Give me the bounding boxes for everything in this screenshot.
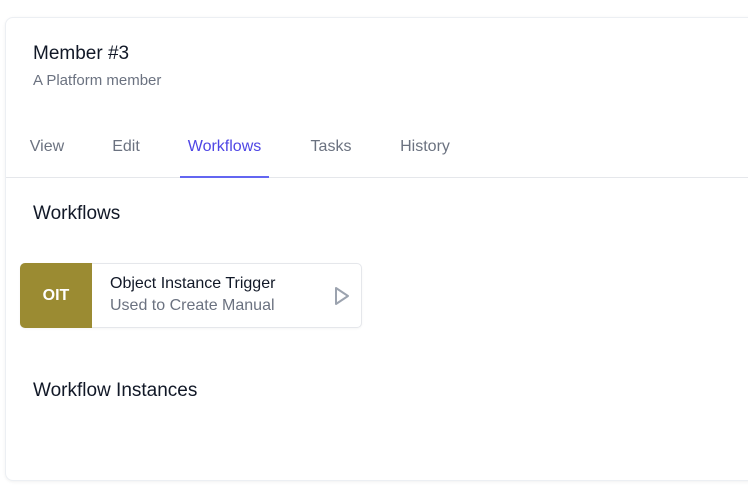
tab-tasks[interactable]: Tasks <box>309 126 353 177</box>
page-title: Member #3 <box>33 43 130 64</box>
page-subtitle: A Platform member <box>33 72 162 89</box>
tab-bar: View Edit Workflows Tasks History <box>6 126 748 178</box>
workflow-badge: OIT <box>20 263 92 328</box>
workflows-heading: Workflows <box>33 203 121 224</box>
workflow-description: Used to Create Manual <box>110 297 275 314</box>
member-card: Member #3 A Platform member View Edit Wo… <box>5 17 748 481</box>
workflow-name: Object Instance Trigger <box>110 275 276 292</box>
workflow-instances-heading: Workflow Instances <box>33 380 198 401</box>
member-header: Member #3 A Platform member <box>33 42 161 91</box>
tab-workflows[interactable]: Workflows <box>180 126 269 178</box>
tab-edit[interactable]: Edit <box>110 126 142 177</box>
tab-history[interactable]: History <box>397 126 453 177</box>
tab-view[interactable]: View <box>28 126 66 177</box>
workflow-item[interactable]: OIT Object Instance Trigger Used to Crea… <box>20 263 362 328</box>
play-icon[interactable] <box>333 286 351 306</box>
